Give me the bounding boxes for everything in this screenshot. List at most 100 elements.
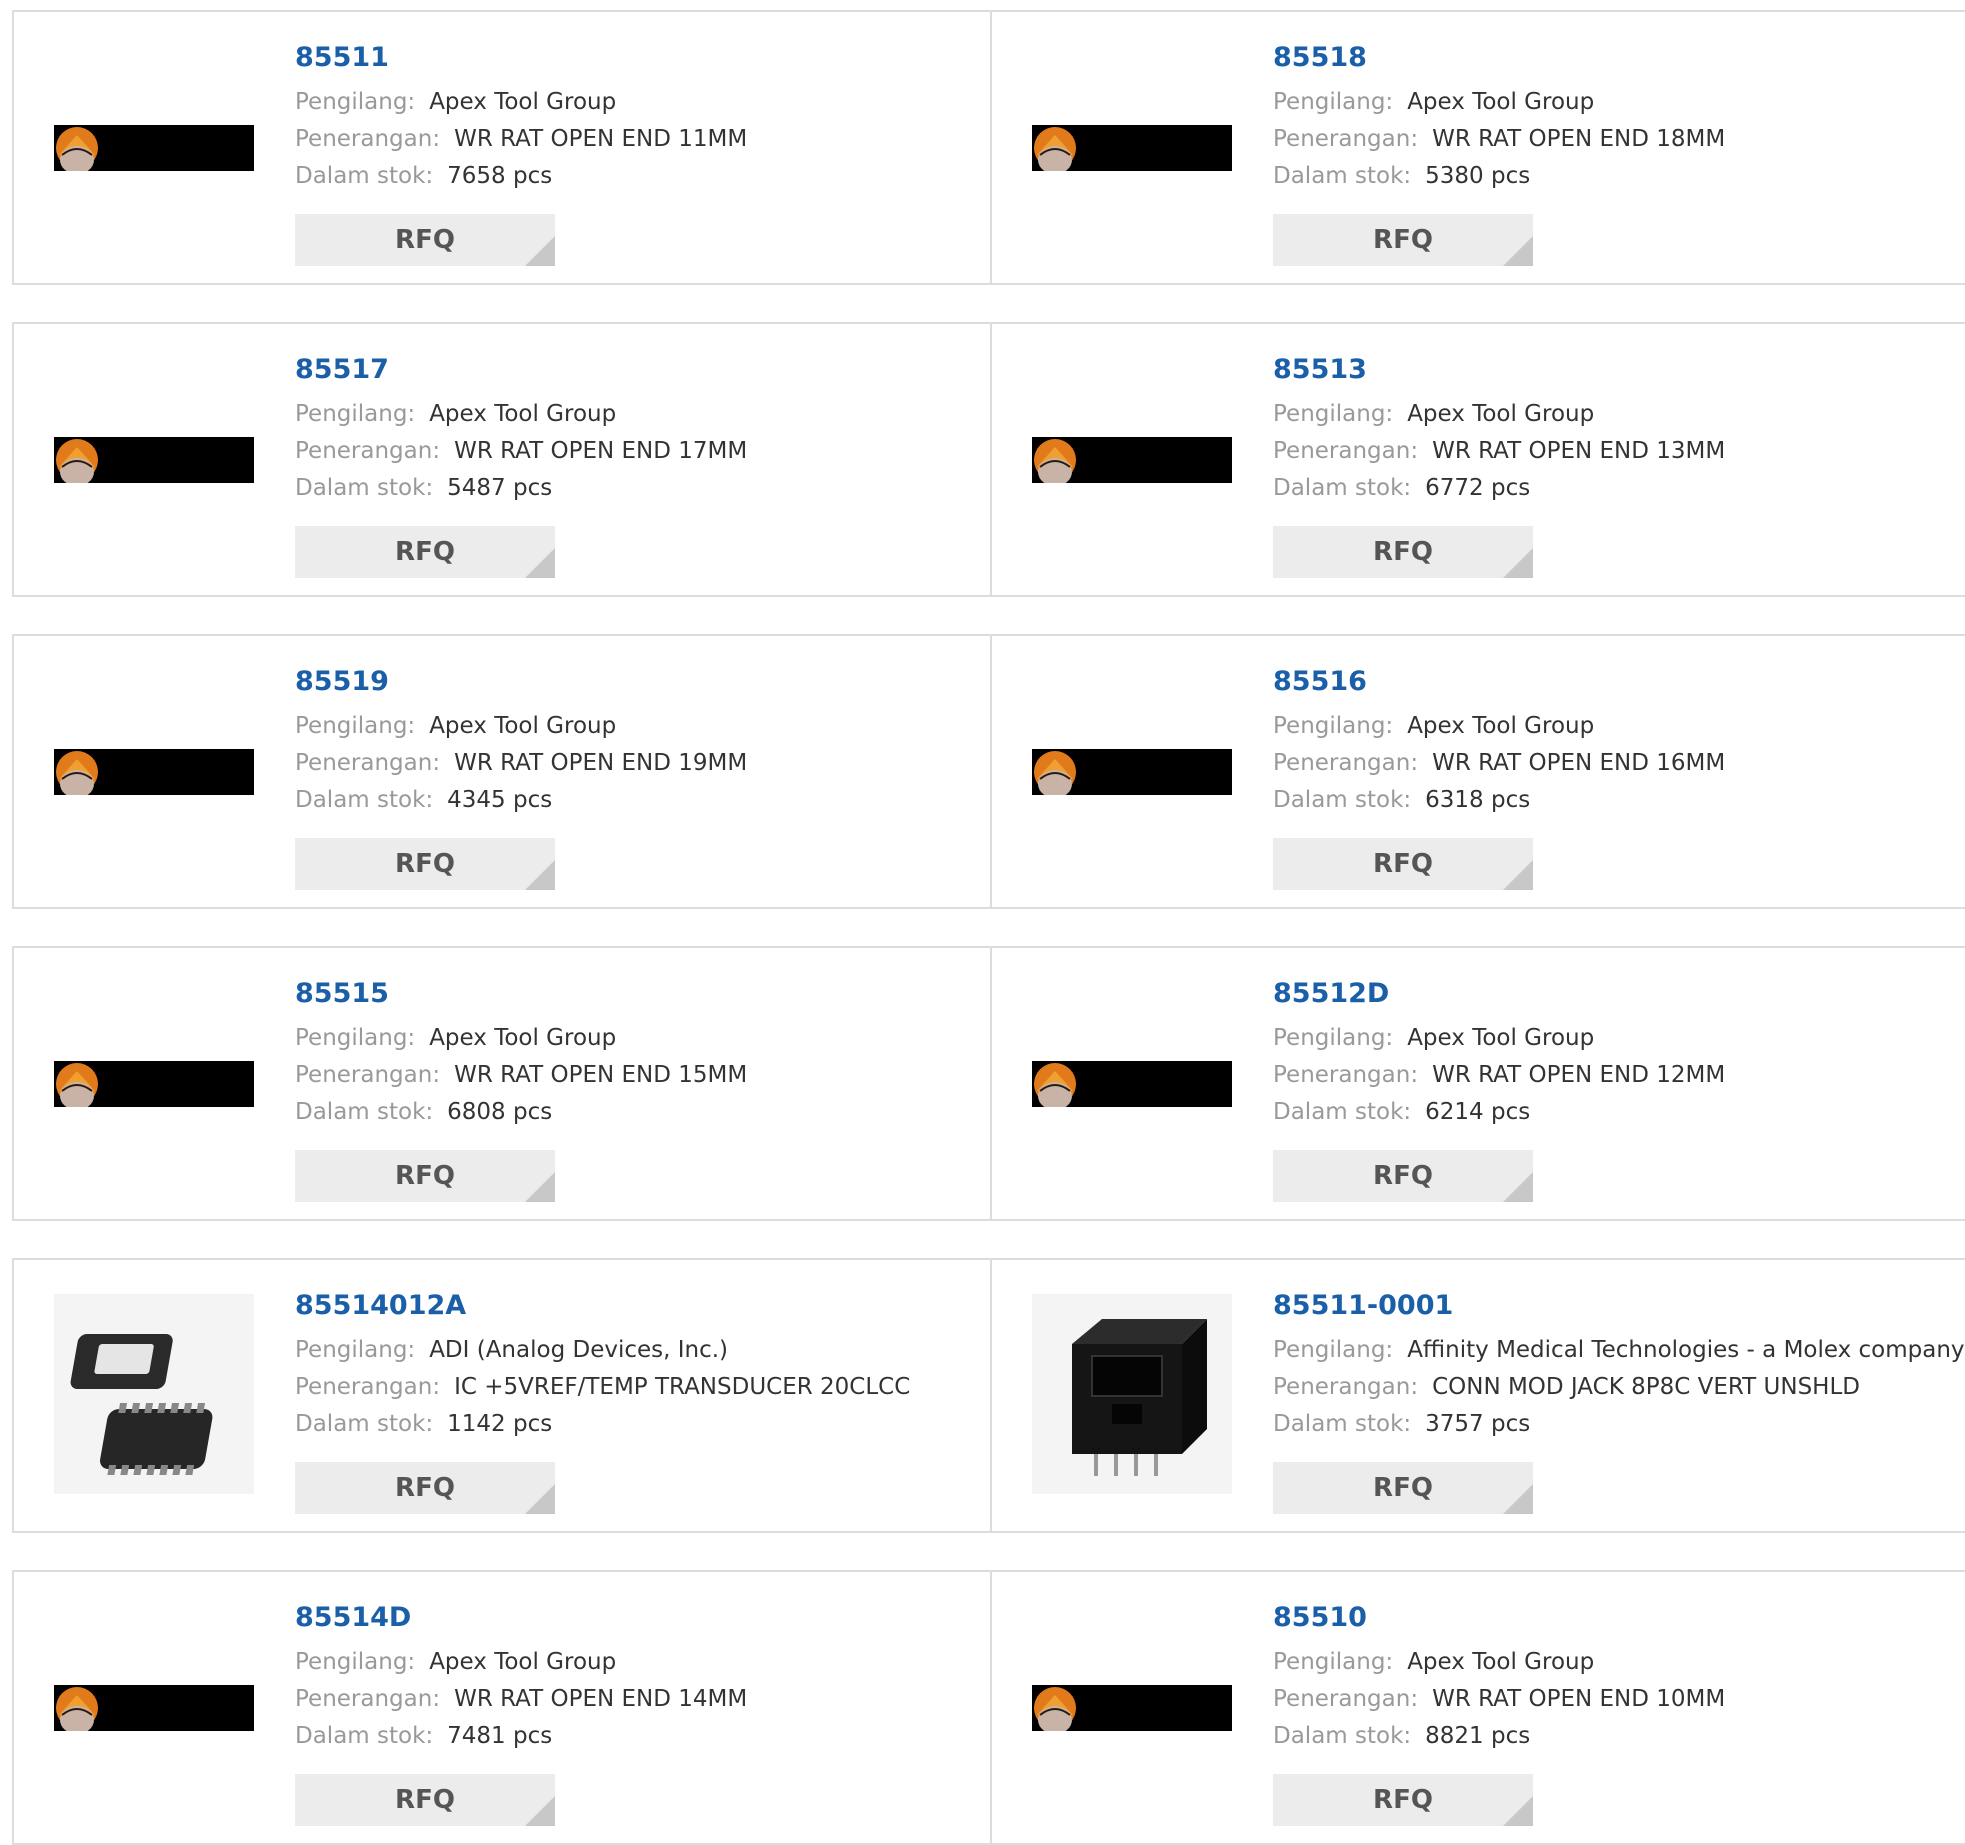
description-field: Penerangan: WR RAT OPEN END 15MM bbox=[295, 1057, 747, 1094]
corner-triangle-icon bbox=[1503, 548, 1533, 578]
apex-tool-group-logo[interactable] bbox=[1032, 1061, 1232, 1107]
product-row: 85514012A Pengilang: ADI (Analog Devices, … bbox=[12, 1258, 1965, 1533]
manufacturer-field: Pengilang: Apex Tool Group bbox=[1273, 1020, 1725, 1057]
apex-tool-group-logo[interactable] bbox=[54, 1685, 254, 1731]
rfq-button[interactable]: RFQ bbox=[295, 526, 555, 578]
description-field: Penerangan: WR RAT OPEN END 10MM bbox=[1273, 1681, 1725, 1718]
stock-field: Dalam stok: 7658 pcs bbox=[295, 158, 747, 195]
part-number-link[interactable]: 85516 bbox=[1273, 664, 1725, 700]
rfq-label: RFQ bbox=[395, 1785, 455, 1815]
product-thumbnail[interactable] bbox=[54, 48, 254, 248]
apex-tool-group-logo[interactable] bbox=[54, 1061, 254, 1107]
apex-tool-group-logo[interactable] bbox=[1032, 1685, 1232, 1731]
product-thumbnail[interactable] bbox=[1032, 48, 1232, 248]
modular-jack-photo[interactable] bbox=[1032, 1294, 1232, 1498]
product-info: 85515 Pengilang: Apex Tool Group Penerangan… bbox=[295, 976, 747, 1131]
part-number-link[interactable]: 85519 bbox=[295, 664, 747, 700]
product-thumbnail[interactable] bbox=[54, 984, 254, 1184]
description-value: WR RAT OPEN END 15MM bbox=[454, 1062, 748, 1088]
rfq-button[interactable]: RFQ bbox=[1273, 1150, 1533, 1202]
rfq-button[interactable]: RFQ bbox=[295, 838, 555, 890]
manufacturer-field: Pengilang: ADI (Analog Devices, Inc.) bbox=[295, 1332, 910, 1369]
stock-label: Dalam stok: bbox=[1273, 1723, 1412, 1749]
description-label: Penerangan: bbox=[295, 1686, 441, 1712]
part-number-link[interactable]: 85518 bbox=[1273, 40, 1725, 76]
manufacturer-value: Affinity Medical Technologies - a Molex … bbox=[1407, 1337, 1965, 1363]
description-value: WR RAT OPEN END 14MM bbox=[454, 1686, 748, 1712]
product-thumbnail[interactable] bbox=[1032, 1294, 1232, 1498]
product-grid: 85511 Pengilang: Apex Tool Group Penerangan… bbox=[0, 0, 1965, 1845]
part-number-link[interactable]: 85513 bbox=[1273, 352, 1725, 388]
rfq-button[interactable]: RFQ bbox=[1273, 838, 1533, 890]
product-thumbnail[interactable] bbox=[1032, 1608, 1232, 1808]
stock-field: Dalam stok: 7481 pcs bbox=[295, 1718, 747, 1755]
product-info: 85519 Pengilang: Apex Tool Group Penerangan… bbox=[295, 664, 747, 819]
part-number-link[interactable]: 85514D bbox=[295, 1600, 747, 1636]
rfq-button[interactable]: RFQ bbox=[295, 214, 555, 266]
product-info: 85511 Pengilang: Apex Tool Group Penerangan… bbox=[295, 40, 747, 195]
description-field: Penerangan: WR RAT OPEN END 11MM bbox=[295, 121, 747, 158]
part-number-link[interactable]: 85514012A bbox=[295, 1288, 910, 1324]
product-thumbnail[interactable] bbox=[54, 1608, 254, 1808]
apex-tool-group-logo[interactable] bbox=[1032, 749, 1232, 795]
description-value: WR RAT OPEN END 18MM bbox=[1432, 126, 1726, 152]
product-info: 85517 Pengilang: Apex Tool Group Penerangan… bbox=[295, 352, 747, 507]
product-thumbnail[interactable] bbox=[54, 672, 254, 872]
rfq-button[interactable]: RFQ bbox=[295, 1462, 555, 1514]
rfq-button[interactable]: RFQ bbox=[295, 1774, 555, 1826]
product-card: 85515 Pengilang: Apex Tool Group Penerangan… bbox=[14, 948, 990, 1219]
description-label: Penerangan: bbox=[295, 750, 441, 776]
part-number-link[interactable]: 85511-0001 bbox=[1273, 1288, 1965, 1324]
part-number-link[interactable]: 85512D bbox=[1273, 976, 1725, 1012]
product-info: 85513 Pengilang: Apex Tool Group Penerangan… bbox=[1273, 352, 1725, 507]
rfq-label: RFQ bbox=[1373, 225, 1433, 255]
part-number-link[interactable]: 85511 bbox=[295, 40, 747, 76]
manufacturer-field: Pengilang: Apex Tool Group bbox=[295, 84, 747, 121]
apex-tool-group-logo[interactable] bbox=[54, 125, 254, 171]
manufacturer-value: Apex Tool Group bbox=[429, 713, 617, 739]
manufacturer-field: Pengilang: Apex Tool Group bbox=[295, 708, 747, 745]
manufacturer-label: Pengilang: bbox=[1273, 89, 1394, 115]
product-thumbnail[interactable] bbox=[1032, 672, 1232, 872]
part-number-link[interactable]: 85515 bbox=[295, 976, 747, 1012]
description-label: Penerangan: bbox=[295, 438, 441, 464]
rfq-label: RFQ bbox=[395, 225, 455, 255]
apex-tool-group-logo[interactable] bbox=[1032, 437, 1232, 483]
rfq-button[interactable]: RFQ bbox=[295, 1150, 555, 1202]
product-row: 85515 Pengilang: Apex Tool Group Penerangan… bbox=[12, 946, 1965, 1221]
corner-triangle-icon bbox=[1503, 1796, 1533, 1826]
description-label: Penerangan: bbox=[1273, 1374, 1419, 1400]
description-field: Penerangan: WR RAT OPEN END 16MM bbox=[1273, 745, 1725, 782]
product-card: 85514D Pengilang: Apex Tool Group Peneranga… bbox=[14, 1572, 990, 1843]
part-number-link[interactable]: 85517 bbox=[295, 352, 747, 388]
part-number-link[interactable]: 85510 bbox=[1273, 1600, 1725, 1636]
apex-tool-group-logo[interactable] bbox=[1032, 125, 1232, 171]
rfq-button[interactable]: RFQ bbox=[1273, 1462, 1533, 1514]
manufacturer-label: Pengilang: bbox=[1273, 401, 1394, 427]
rfq-button[interactable]: RFQ bbox=[1273, 526, 1533, 578]
manufacturer-field: Pengilang: Affinity Medical Technologies … bbox=[1273, 1332, 1965, 1369]
manufacturer-label: Pengilang: bbox=[295, 1649, 416, 1675]
product-card: 85518 Pengilang: Apex Tool Group Penerangan… bbox=[992, 12, 1965, 283]
manufacturer-field: Pengilang: Apex Tool Group bbox=[1273, 396, 1725, 433]
manufacturer-value: Apex Tool Group bbox=[1407, 1649, 1595, 1675]
rfq-label: RFQ bbox=[395, 849, 455, 879]
description-value: WR RAT OPEN END 12MM bbox=[1432, 1062, 1726, 1088]
apex-tool-group-logo[interactable] bbox=[54, 749, 254, 795]
product-card: 85512D Pengilang: Apex Tool Group Peneranga… bbox=[992, 948, 1965, 1219]
description-label: Penerangan: bbox=[1273, 438, 1419, 464]
lcc-chip-photo[interactable] bbox=[54, 1294, 254, 1498]
apex-tool-group-logo[interactable] bbox=[54, 437, 254, 483]
rfq-button[interactable]: RFQ bbox=[1273, 1774, 1533, 1826]
product-row: 85519 Pengilang: Apex Tool Group Penerangan… bbox=[12, 634, 1965, 909]
product-card: 85517 Pengilang: Apex Tool Group Penerangan… bbox=[14, 324, 990, 595]
product-thumbnail[interactable] bbox=[54, 360, 254, 560]
product-info: 85516 Pengilang: Apex Tool Group Penerangan… bbox=[1273, 664, 1725, 819]
description-value: IC +5VREF/TEMP TRANSDUCER 20CLCC bbox=[454, 1374, 911, 1400]
product-thumbnail[interactable] bbox=[54, 1294, 254, 1498]
product-info: 85511-0001 Pengilang: Affinity Medical Tec… bbox=[1273, 1288, 1965, 1443]
manufacturer-field: Pengilang: Apex Tool Group bbox=[1273, 708, 1725, 745]
rfq-button[interactable]: RFQ bbox=[1273, 214, 1533, 266]
product-thumbnail[interactable] bbox=[1032, 360, 1232, 560]
product-thumbnail[interactable] bbox=[1032, 984, 1232, 1184]
